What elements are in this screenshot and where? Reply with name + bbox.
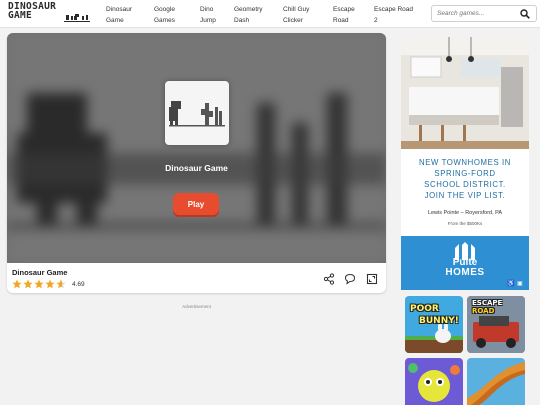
tile-title-line-1: POOR xyxy=(410,304,439,314)
star-icon[interactable] xyxy=(34,279,44,289)
nav-google-games[interactable]: Google Games xyxy=(154,4,200,26)
ad-location: Lewis Pointe – Royersford, PA xyxy=(427,210,503,216)
share-icon[interactable] xyxy=(323,273,335,285)
star-icon[interactable] xyxy=(23,279,33,289)
ad-headline-line-3: SCHOOL DISTRICT. xyxy=(424,180,506,189)
main-nav: Dinosaur Game Google Games Dino Jump Geo… xyxy=(106,4,426,26)
game-preview-background xyxy=(7,33,386,263)
dino-logo-icon xyxy=(64,14,90,22)
ad-headline-line-4: JOIN THE VIP LIST. xyxy=(424,191,506,200)
search-box xyxy=(431,5,537,22)
ad-kitchen-image xyxy=(401,37,529,149)
nav-dino-jump[interactable]: Dino Jump xyxy=(200,4,234,26)
star-half-icon[interactable] xyxy=(56,279,66,289)
fullscreen-icon[interactable] xyxy=(366,273,378,285)
ad-headline: NEW TOWNHOMES IN SPRING-FORD SCHOOL DIST… xyxy=(401,157,529,201)
adchoices-icon[interactable]: ▣ xyxy=(517,280,523,287)
nav-dinosaur-game[interactable]: Dinosaur Game xyxy=(106,4,154,26)
ad-brand-panel: Pulte HOMES ♿ ▣ xyxy=(401,236,529,290)
play-button[interactable]: Play xyxy=(173,193,219,215)
game-tile-sprunki[interactable] xyxy=(405,358,463,405)
ad-headline-line-1: NEW TOWNHOMES IN xyxy=(418,158,512,167)
game-frame[interactable]: Dinosaur Game Play xyxy=(7,33,386,263)
star-icon[interactable] xyxy=(45,279,55,289)
advertisement-label: Advertisement xyxy=(182,304,211,309)
game-overlay-title: Dinosaur Game xyxy=(165,163,228,173)
game-thumbnail xyxy=(165,81,229,145)
site-logo[interactable]: DINOSAUR GAME xyxy=(8,2,90,26)
ad-price: From the $500Ks xyxy=(447,221,483,226)
rating-stars[interactable]: 4.69 xyxy=(12,279,85,289)
nav-chill-guy-clicker[interactable]: Chill Guy Clicker xyxy=(283,4,333,26)
dino-thumbnail-icon xyxy=(169,101,225,127)
sidebar-ad[interactable]: NEW TOWNHOMES IN SPRING-FORD SCHOOL DIST… xyxy=(401,37,529,290)
game-tile-poor-bunny[interactable]: POOR BUNNY! xyxy=(405,296,463,353)
game-title: Dinosaur Game xyxy=(12,268,68,277)
comment-icon[interactable] xyxy=(344,273,356,285)
ad-headline-line-2: SPRING-FORD xyxy=(434,169,496,178)
game-tile-stunt[interactable] xyxy=(467,358,525,405)
sprunki-thumbnail xyxy=(408,363,460,402)
nav-escape-road-2[interactable]: Escape Road 2 xyxy=(374,4,426,26)
tile-title-line-1: ESCAPE xyxy=(472,299,503,307)
accessibility-icon[interactable]: ♿ xyxy=(507,280,514,287)
game-tile-escape-road-2[interactable]: ESCAPE ROAD xyxy=(467,296,525,353)
search-icon[interactable] xyxy=(520,9,530,19)
game-card: Dinosaur Game Play Dinosaur Game 4.69 xyxy=(7,33,386,293)
rating-value: 4.69 xyxy=(72,280,85,288)
nav-escape-road[interactable]: Escape Road xyxy=(333,4,374,26)
stunt-ramp-thumbnail xyxy=(467,362,525,405)
search-input[interactable] xyxy=(437,8,517,19)
tile-title-line-2: ROAD xyxy=(472,307,495,315)
ad-brand-line-2: HOMES xyxy=(445,267,485,278)
star-icon[interactable] xyxy=(12,279,22,289)
nav-geometry-dash[interactable]: Geometry Dash xyxy=(234,4,283,26)
site-header: DINOSAUR GAME Dinosaur Game Google Games… xyxy=(0,0,540,28)
tile-title-line-2: BUNNY! xyxy=(419,316,459,326)
